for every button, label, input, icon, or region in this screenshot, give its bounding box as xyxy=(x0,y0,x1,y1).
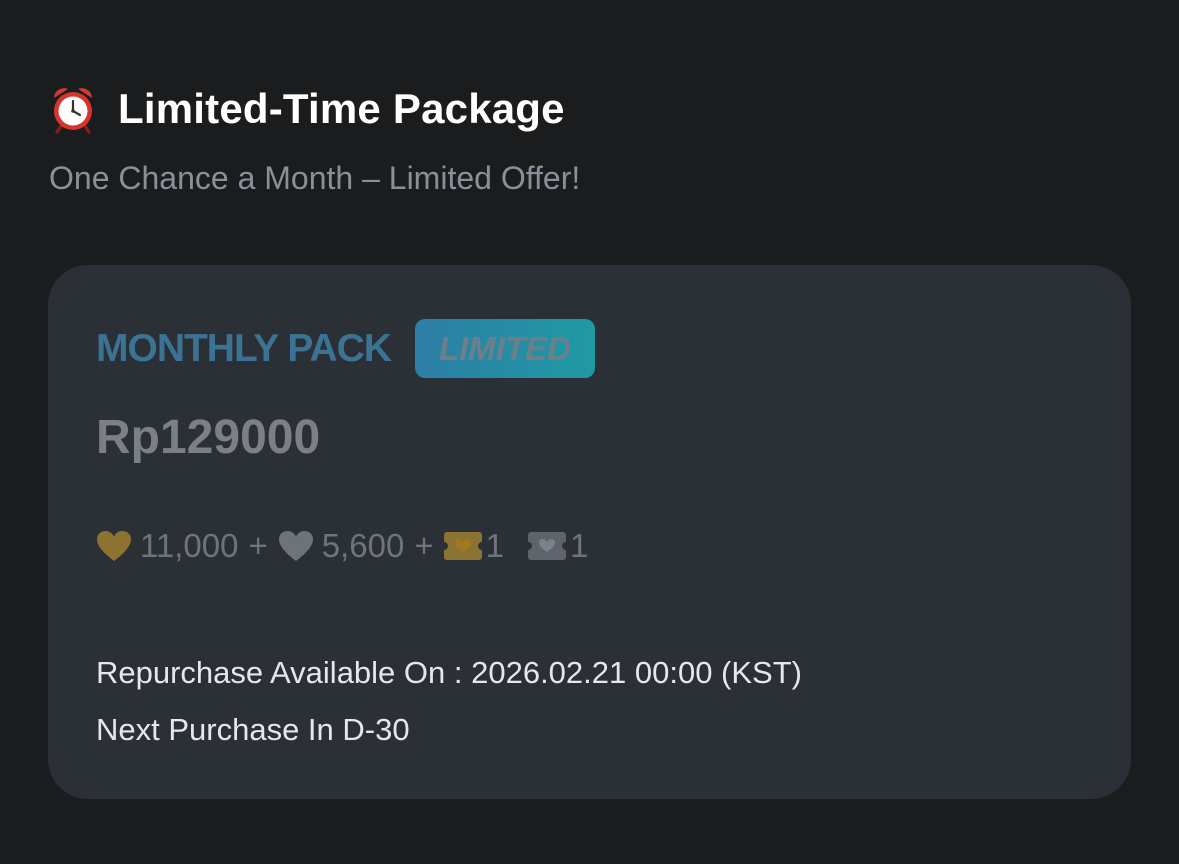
gold-heart-icon xyxy=(97,531,131,561)
limited-badge: LIMITED xyxy=(414,319,595,378)
gold-hearts-amount: 11,000 xyxy=(140,527,239,564)
package-contents: 11,000 + 5,600 + 1 1 xyxy=(96,527,588,565)
silver-ticket-icon xyxy=(528,532,566,560)
page-title: Limited-Time Package xyxy=(118,85,565,132)
package-card[interactable]: MONTHLY PACK LIMITED Rp129000 11,000 + 5… xyxy=(48,265,1131,799)
plus-sign: + xyxy=(414,527,434,564)
next-purchase-text: Next Purchase In D-30 xyxy=(96,712,410,747)
silver-hearts-amount: 5,600 xyxy=(321,527,405,564)
page-subtitle: One Chance a Month – Limited Offer! xyxy=(49,160,581,196)
page-header: Limited-Time Package xyxy=(48,84,565,134)
silver-heart-icon xyxy=(278,531,313,561)
gold-ticket-icon xyxy=(443,532,482,560)
limited-badge-label: LIMITED xyxy=(438,329,571,367)
package-title-row: MONTHLY PACK LIMITED xyxy=(96,319,595,378)
gold-ticket-count: 1 xyxy=(485,527,504,564)
plus-sign: + xyxy=(248,527,268,564)
package-price: Rp129000 xyxy=(96,411,321,464)
repurchase-date-text: Repurchase Available On : 2026.02.21 00:… xyxy=(96,655,802,690)
package-name: MONTHLY PACK xyxy=(96,326,392,370)
alarm-clock-icon xyxy=(54,88,92,134)
silver-ticket-count: 1 xyxy=(570,527,589,564)
